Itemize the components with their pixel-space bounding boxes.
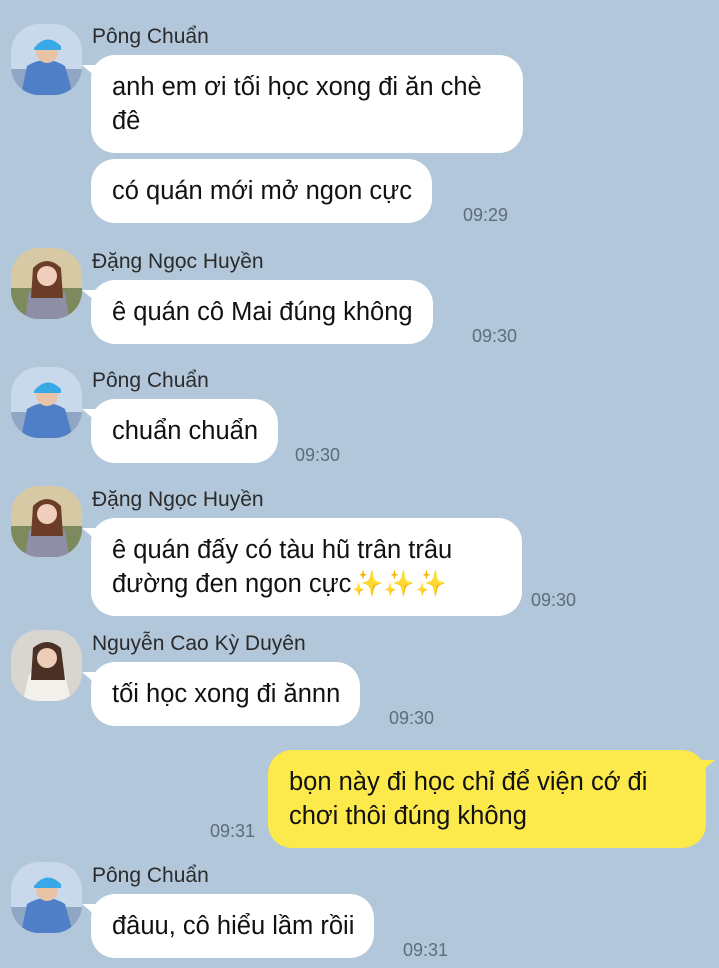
message-time: 09:31 [210, 821, 256, 841]
avatar-dang-ngoc-huyen[interactable] [11, 486, 82, 557]
sender-name: Pông Chuẩn [92, 369, 209, 392]
my-message-bubble[interactable]: bọn này đi học chỉ để viện cớ đi chơi th… [268, 750, 715, 848]
avatar-pong-chuan[interactable] [11, 367, 82, 438]
message-time: 09:29 [463, 205, 509, 225]
message-bubble[interactable]: tối học xong đi ănnn [81, 662, 361, 726]
avatar-nguyen-cao-ky-duyen[interactable] [11, 630, 82, 701]
sender-name: Nguyễn Cao Kỳ Duyên [92, 632, 306, 655]
avatar-pong-chuan[interactable] [11, 24, 82, 95]
message-bubble[interactable]: anh em ơi tối học xong đi ăn chè đê [82, 55, 523, 153]
message-time: 09:30 [472, 326, 518, 346]
avatar-dang-ngoc-huyen[interactable] [11, 248, 82, 319]
message-bubble[interactable]: đâuu, cô hiểu lầm rồii [81, 894, 375, 958]
message-bubble[interactable]: chuẩn chuẩn [81, 399, 279, 463]
sender-name: Đặng Ngọc Huyền [92, 250, 264, 273]
avatar-pong-chuan[interactable] [11, 862, 82, 933]
message-time: 09:31 [403, 940, 449, 960]
message-text-line: ê quán đấy có tàu hũ trân trâu [112, 536, 453, 564]
message-bubble[interactable]: ê quán cô Mai đúng không [82, 280, 433, 344]
message-bubble[interactable]: có quán mới mở ngon cực [91, 159, 432, 223]
message-bubble[interactable]: ê quán đấy có tàu hũ trân trâu đường đen… [82, 518, 522, 616]
message-text-line: đường đen ngon cực [112, 570, 352, 598]
sender-name: Pông Chuẩn [92, 864, 209, 887]
sparkles-emoji-icon: ✨✨✨ [351, 570, 447, 598]
message-time: 09:30 [295, 445, 341, 465]
sender-name: Pông Chuẩn [92, 25, 209, 48]
sender-name: Đặng Ngọc Huyền [92, 488, 264, 511]
message-time: 09:30 [389, 708, 435, 728]
message-time: 09:30 [531, 590, 577, 610]
